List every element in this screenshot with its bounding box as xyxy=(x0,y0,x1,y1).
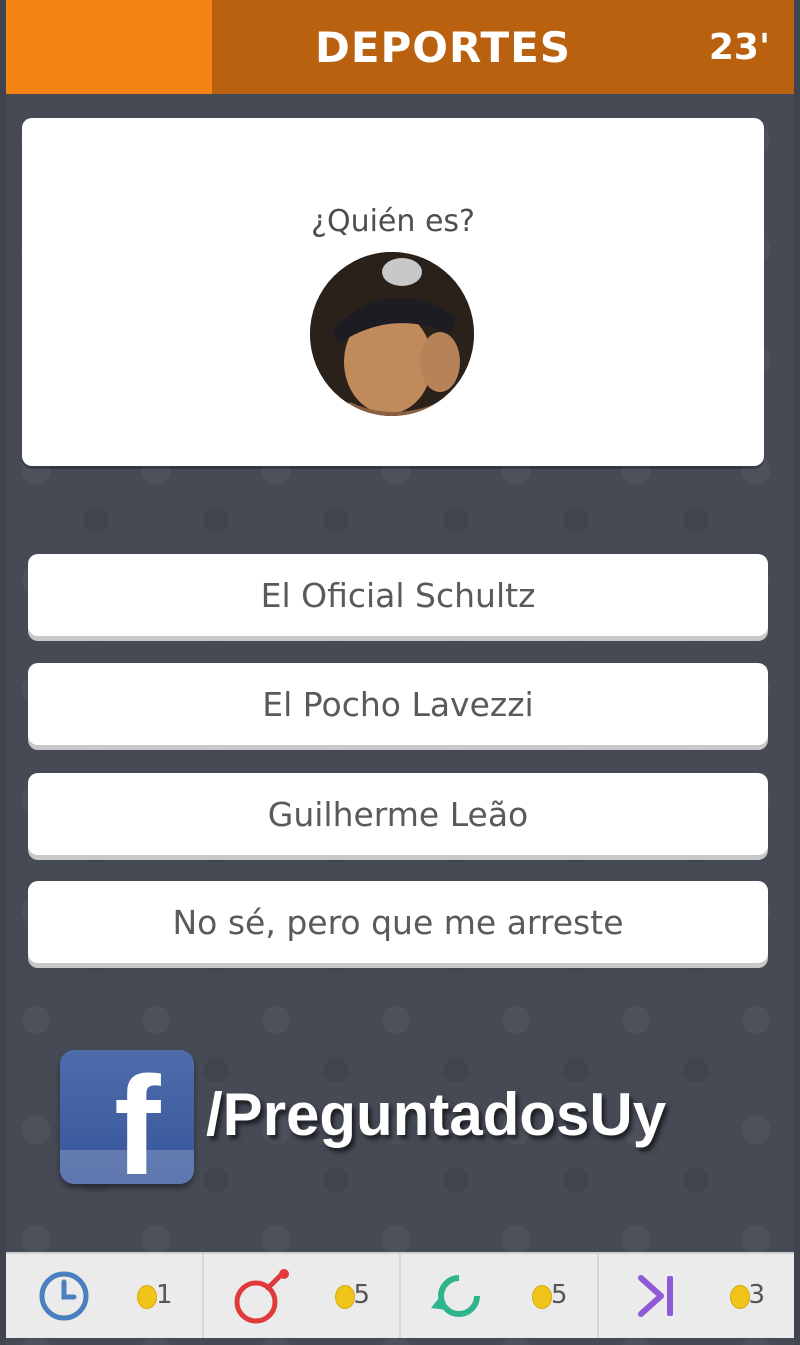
coin-icon xyxy=(335,1286,354,1308)
coin-icon xyxy=(533,1286,551,1308)
facebook-icon[interactable]: f xyxy=(60,1050,194,1184)
refresh-icon xyxy=(431,1275,480,1317)
skip-icon xyxy=(637,1275,673,1317)
powerup-bomb[interactable]: 5 xyxy=(204,1254,401,1338)
answer-option[interactable]: El Pocho Lavezzi xyxy=(28,663,768,745)
bomb-icon xyxy=(234,1269,289,1324)
question-text: ¿Quién es? xyxy=(311,204,475,239)
question-photo xyxy=(310,252,474,416)
answer-option[interactable]: No sé, pero que me arreste xyxy=(28,881,768,963)
time-icon xyxy=(39,1271,89,1321)
timer: 23' xyxy=(708,26,770,68)
powerup-skip[interactable]: 3 xyxy=(599,1254,795,1338)
category-title: DEPORTES xyxy=(314,22,572,72)
powerup-count: 5 xyxy=(353,1280,371,1310)
answer-option[interactable]: Guilherme Leão xyxy=(28,773,768,855)
powerup-count: 3 xyxy=(748,1280,766,1310)
facebook-f-glyph: f xyxy=(114,1050,161,1185)
powerup-time[interactable]: 1 xyxy=(6,1254,204,1338)
powerup-count: 5 xyxy=(551,1280,568,1310)
powerup-bar: 1 5 5 3 xyxy=(6,1252,794,1338)
facebook-handle[interactable]: /PreguntadosUy xyxy=(206,1080,666,1149)
answer-option[interactable]: El Oficial Schultz xyxy=(28,554,768,636)
category-accent xyxy=(6,0,212,94)
header-bar: DEPORTES 23' xyxy=(6,0,794,94)
powerup-refresh[interactable]: 5 xyxy=(401,1254,599,1338)
coin-icon xyxy=(138,1286,156,1308)
powerup-count: 1 xyxy=(156,1280,173,1310)
coin-icon xyxy=(730,1286,749,1308)
